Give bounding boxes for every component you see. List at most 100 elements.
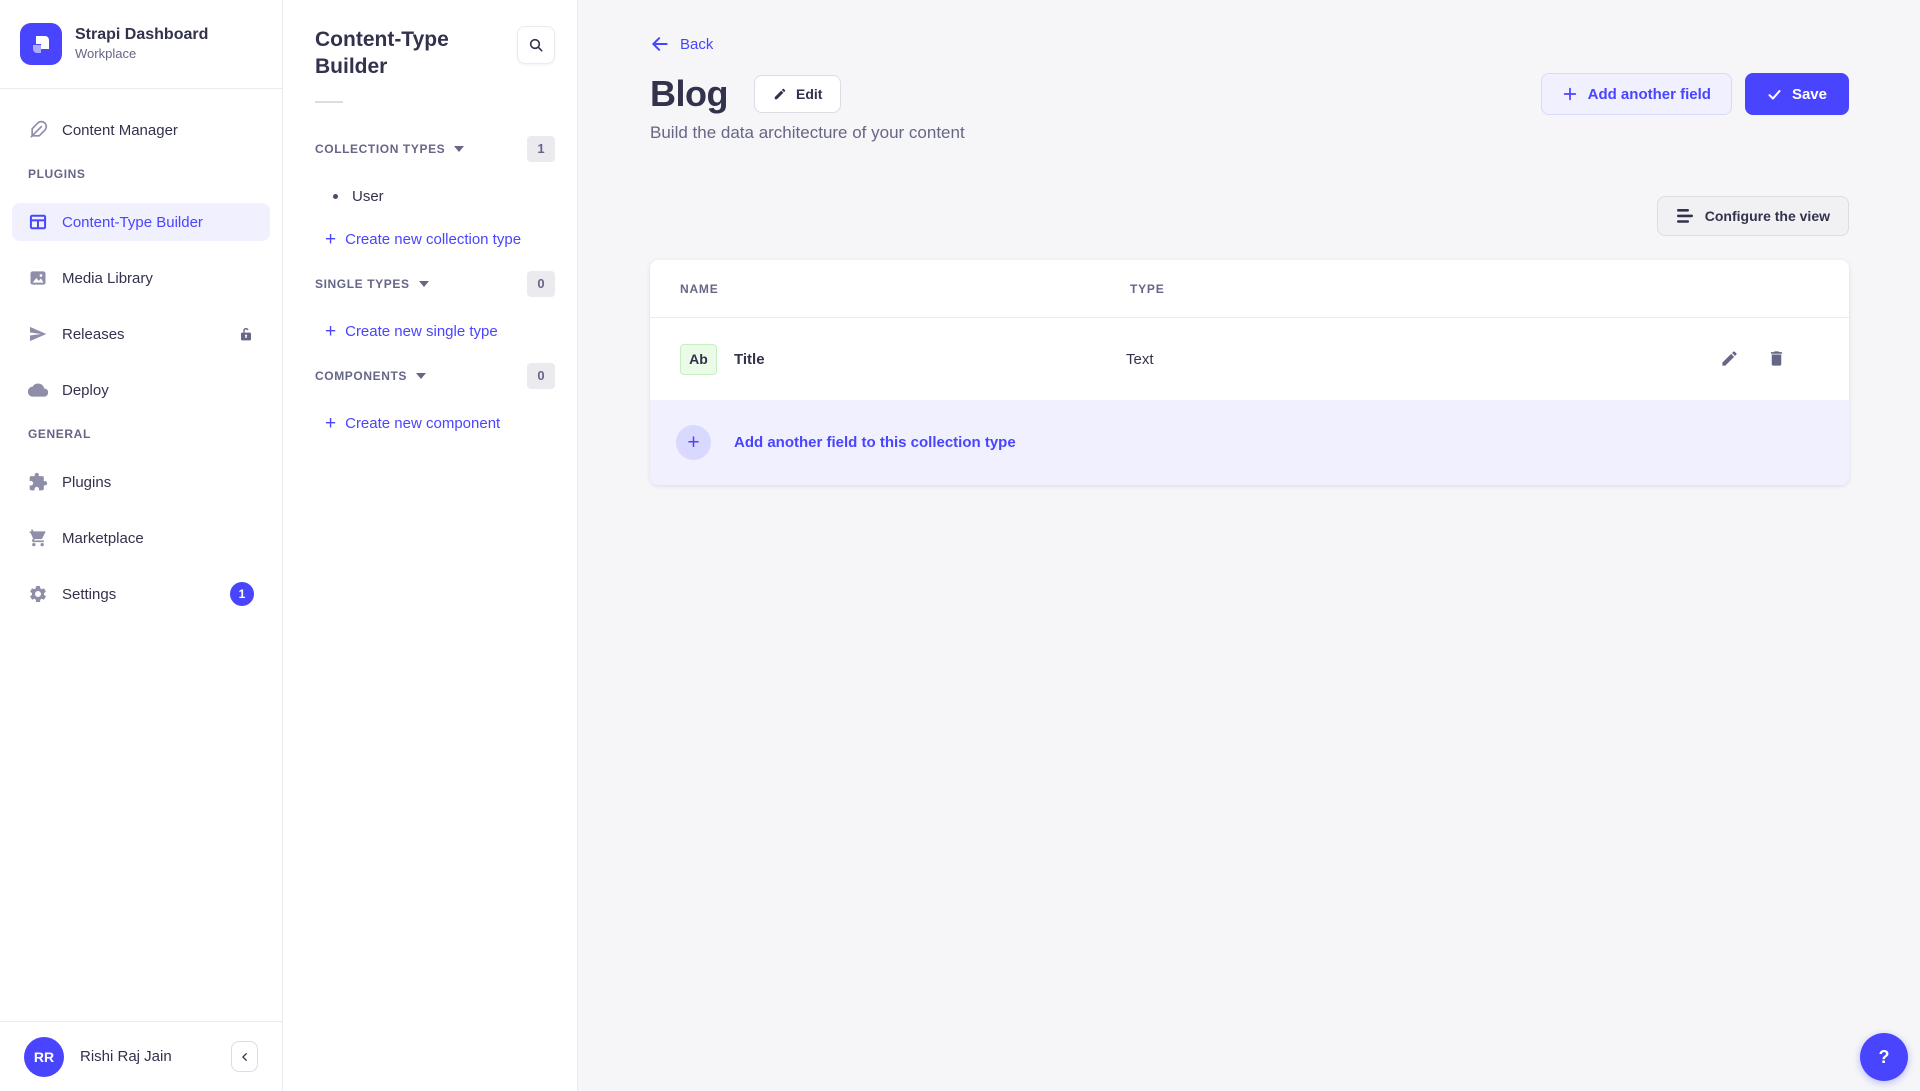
section-collection-types[interactable]: COLLECTION TYPES 1 xyxy=(315,135,555,163)
section-count-badge: 1 xyxy=(527,136,555,162)
bullet-icon xyxy=(333,194,338,199)
sidebar-item-plugins[interactable]: Plugins xyxy=(12,463,270,501)
collection-type-item-user[interactable]: User xyxy=(315,183,555,211)
plus-icon xyxy=(1562,86,1578,102)
delete-field-button[interactable] xyxy=(1767,349,1787,369)
save-label: Save xyxy=(1792,86,1827,103)
strapi-logo-icon xyxy=(20,23,62,65)
subnav-title: Content-Type Builder xyxy=(315,26,485,81)
chevron-down-icon xyxy=(419,281,429,287)
sidebar-item-label: Plugins xyxy=(62,474,111,491)
configure-the-view-label: Configure the view xyxy=(1705,208,1830,224)
table-header: NAME TYPE xyxy=(650,260,1849,318)
pencil-icon xyxy=(773,87,787,101)
settings-lines-icon xyxy=(1676,208,1694,224)
back-link[interactable]: Back xyxy=(650,34,713,54)
pencil-icon xyxy=(1720,349,1739,369)
sidebar-item-label: Media Library xyxy=(62,270,153,287)
create-link-label: Create new single type xyxy=(345,323,498,340)
section-count-badge: 0 xyxy=(527,363,555,389)
search-icon xyxy=(528,37,544,53)
sidebar-item-deploy[interactable]: Deploy xyxy=(12,371,270,409)
sidebar-item-label: Marketplace xyxy=(62,530,144,547)
sidebar-item-settings[interactable]: Settings 1 xyxy=(12,575,270,613)
create-new-collection-type-link[interactable]: + Create new collection type xyxy=(315,226,555,254)
edit-field-button[interactable] xyxy=(1720,349,1740,369)
add-another-field-label: Add another field xyxy=(1588,86,1711,103)
layout-icon xyxy=(28,212,48,232)
field-type-badge: Ab xyxy=(680,344,717,375)
section-label: COLLECTION TYPES xyxy=(315,142,445,156)
edit-button[interactable]: Edit xyxy=(754,75,841,113)
create-link-label: Create new collection type xyxy=(345,231,521,248)
fields-table: NAME TYPE Ab Title Text xyxy=(650,260,1849,485)
workspace-switcher[interactable]: Strapi Dashboard Workplace xyxy=(0,0,282,89)
section-label: COMPONENTS xyxy=(315,369,407,383)
sidebar-item-label: Settings xyxy=(62,586,116,603)
section-count-badge: 0 xyxy=(527,271,555,297)
sidebar-section-general: GENERAL xyxy=(12,427,270,441)
chevron-down-icon xyxy=(454,146,464,152)
add-another-field-button[interactable]: Add another field xyxy=(1541,73,1732,115)
back-label: Back xyxy=(680,36,713,53)
table-row: Ab Title Text xyxy=(650,318,1849,400)
check-icon xyxy=(1767,87,1782,102)
plus-circle-icon: + xyxy=(676,425,711,460)
plus-icon: + xyxy=(325,230,336,249)
brand-title: Strapi Dashboard xyxy=(75,25,208,46)
trash-icon xyxy=(1767,349,1786,369)
sidebar-item-marketplace[interactable]: Marketplace xyxy=(12,519,270,557)
main-sidebar: Strapi Dashboard Workplace Content Manag… xyxy=(0,0,283,1091)
chevron-down-icon xyxy=(416,373,426,379)
create-new-single-type-link[interactable]: + Create new single type xyxy=(315,318,555,346)
create-link-label: Create new component xyxy=(345,415,500,432)
collection-type-label: User xyxy=(352,188,384,205)
section-components[interactable]: COMPONENTS 0 xyxy=(315,362,555,390)
add-field-to-collection-button[interactable]: + Add another field to this collection t… xyxy=(650,400,1849,485)
lock-icon xyxy=(238,326,254,342)
user-panel: RR Rishi Raj Jain xyxy=(0,1021,282,1091)
cart-icon xyxy=(28,528,48,548)
add-field-to-collection-label: Add another field to this collection typ… xyxy=(734,434,1016,451)
sidebar-item-label: Content Manager xyxy=(62,122,178,139)
section-single-types[interactable]: SINGLE TYPES 0 xyxy=(315,270,555,298)
sidebar-item-label: Content-Type Builder xyxy=(62,214,203,231)
sidebar-item-releases[interactable]: Releases xyxy=(12,315,270,353)
search-button[interactable] xyxy=(517,26,555,64)
create-new-component-link[interactable]: + Create new component xyxy=(315,410,555,438)
chevron-left-icon xyxy=(240,1052,250,1062)
plus-icon: + xyxy=(325,322,336,341)
main-content: Back Blog Edit Add xyxy=(578,0,1920,1091)
cloud-icon xyxy=(28,380,48,400)
collapse-sidebar-button[interactable] xyxy=(231,1041,258,1072)
brand-text: Strapi Dashboard Workplace xyxy=(75,25,208,63)
column-header-type: TYPE xyxy=(1126,282,1663,296)
section-label: SINGLE TYPES xyxy=(315,277,410,291)
arrow-left-icon xyxy=(650,34,670,54)
sidebar-item-content-manager[interactable]: Content Manager xyxy=(12,111,270,149)
divider xyxy=(315,101,343,103)
app-root: Strapi Dashboard Workplace Content Manag… xyxy=(0,0,1920,1091)
page-title: Blog xyxy=(650,73,728,115)
sidebar-section-plugins: PLUGINS xyxy=(12,167,270,181)
sidebar-item-media-library[interactable]: Media Library xyxy=(12,259,270,297)
plus-icon: + xyxy=(325,414,336,433)
avatar[interactable]: RR xyxy=(24,1037,64,1077)
sidebar-item-label: Deploy xyxy=(62,382,109,399)
field-name: Title xyxy=(734,351,765,368)
help-button[interactable]: ? xyxy=(1860,1033,1908,1081)
save-button[interactable]: Save xyxy=(1745,73,1849,115)
sidebar-item-label: Releases xyxy=(62,326,125,343)
paper-plane-icon xyxy=(28,324,48,344)
edit-label: Edit xyxy=(796,86,822,102)
puzzle-icon xyxy=(28,472,48,492)
gear-icon xyxy=(28,584,48,604)
sidebar-nav: Content Manager PLUGINS Content-Type Bui… xyxy=(0,89,282,1021)
page-subtitle: Build the data architecture of your cont… xyxy=(650,123,1849,143)
settings-notification-badge: 1 xyxy=(230,582,254,606)
sidebar-item-content-type-builder[interactable]: Content-Type Builder xyxy=(12,203,270,241)
field-type: Text xyxy=(1126,351,1663,368)
column-header-name: NAME xyxy=(676,282,1126,296)
configure-the-view-button[interactable]: Configure the view xyxy=(1657,196,1849,236)
feather-icon xyxy=(28,120,48,140)
